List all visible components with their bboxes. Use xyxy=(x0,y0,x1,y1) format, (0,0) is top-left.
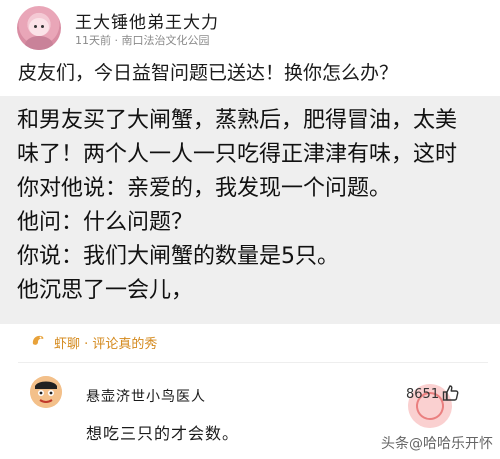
author-name[interactable]: 王大锤他弟王大力 xyxy=(75,8,219,33)
post-meta: 11天前 · 南口法治文化公园 xyxy=(75,34,210,47)
post-header: 王大锤他弟王大力 11天前 · 南口法治文化公园 xyxy=(0,0,500,50)
divider xyxy=(18,362,488,363)
post-text: 皮友们，今日益智问题已送达！换你怎么办？ xyxy=(18,62,399,84)
shrimp-icon xyxy=(30,333,46,349)
quote-line: 他问：什么问题？ xyxy=(17,210,194,235)
like-count: 8651 xyxy=(406,387,440,402)
source-watermark: 头条@哈哈乐开怀 xyxy=(381,436,493,452)
quote-line: 味了！两个人一人一只吃得正津津有味，这时 xyxy=(17,142,458,167)
thumbs-up-icon[interactable] xyxy=(441,383,461,403)
section-title: 虾聊 · 评论真的秀 xyxy=(54,337,158,352)
comment-text: 想吃三只的才会数。 xyxy=(86,424,240,443)
quoted-content: 和男友买了大闸蟹，蒸熟后，肥得冒油，太美 味了！两个人一人一只吃得正津津有味，这… xyxy=(0,96,500,324)
quote-line: 你说：我们大闸蟹的数量是5只。 xyxy=(17,244,339,269)
commenter-name[interactable]: 悬壶济世小鸟医人 xyxy=(86,386,206,406)
author-avatar[interactable] xyxy=(17,6,61,50)
quote-line: 和男友买了大闸蟹，蒸熟后，肥得冒油，太美 xyxy=(17,108,458,133)
quote-line: 你对他说：亲爱的，我发现一个问题。 xyxy=(17,176,392,201)
quote-line: 他沉思了一会儿， xyxy=(17,278,194,303)
commenter-avatar[interactable] xyxy=(30,376,62,408)
